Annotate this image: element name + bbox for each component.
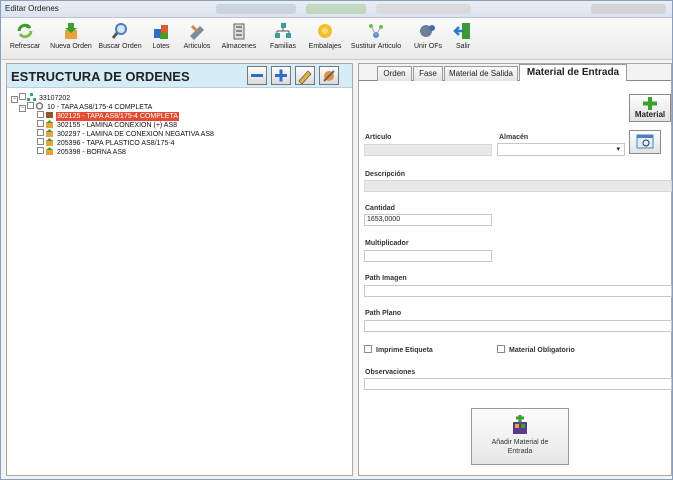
expand-button[interactable] [271,66,291,85]
pencil-icon [298,70,312,85]
almacen-select[interactable]: ▾ [497,143,625,156]
replace-article-button[interactable]: Sustituir Articulo [347,21,405,50]
add-input-material-button[interactable]: Añadir Material de Entrada [471,408,569,465]
cantidad-label: Cantidad [365,205,395,212]
material-button[interactable]: Material [629,94,671,122]
exit-icon [453,23,470,39]
tree-checkbox[interactable] [37,129,44,136]
tab-material-salida[interactable]: Material de Salida [444,66,518,81]
articulo-label: Articulo [365,134,392,141]
window-title: Editar Ordenes [5,4,59,13]
material-icon [46,147,53,155]
warehouses-button[interactable]: Almacenes [219,21,259,50]
editar-ordenes-window: Editar Ordenes Refrescar Nueva Orden Bus… [0,0,673,480]
new-order-button[interactable]: Nueva Orden [48,21,94,50]
add-icon [643,97,657,110]
tools-icon [323,70,335,82]
tree-checkbox[interactable] [37,111,44,118]
tree-node-root[interactable]: −33107202 [11,93,71,103]
tab-orden[interactable]: Orden [377,66,412,81]
material-icon [46,120,53,128]
edit-button[interactable] [295,66,315,85]
search-order-button[interactable]: Buscar Orden [97,21,143,50]
tab-material-entrada[interactable]: Material de Entrada [519,64,627,81]
merge-ofs-button[interactable]: Unir OFs [411,21,445,50]
tools-button[interactable] [319,66,339,85]
families-button[interactable]: Familias [263,21,303,50]
refresh-button[interactable]: Refrescar [7,21,43,50]
lots-button[interactable]: Lotes [147,21,175,50]
merge-icon [420,25,435,37]
tree-checkbox[interactable] [37,147,44,154]
tree-checkbox[interactable] [27,102,34,109]
order-structure-title: ESTRUCTURA DE ORDENES [11,69,190,84]
blurred-title-region [216,4,296,14]
detail-panel: Orden Fase Material de Salida Material d… [358,63,672,476]
path-imagen-field[interactable] [364,285,672,297]
path-plano-field[interactable] [364,320,672,332]
tree-checkbox[interactable] [37,138,44,145]
collapse-button[interactable] [247,66,267,85]
plus-icon [275,69,287,82]
tab-fase[interactable]: Fase [413,66,443,81]
articles-button[interactable]: Articulos [181,21,213,50]
tree-node-child[interactable]: 205396 - TAPA PLASTICO AS8/175-4 [37,138,176,147]
tree-checkbox[interactable] [37,120,44,127]
tree-node-selected[interactable]: 302125 - TAPA AS8/175-4 COMPLETA [37,111,179,121]
collapse-toggle-icon[interactable]: − [11,96,18,103]
packaging-button[interactable]: Embalajes [305,21,345,50]
gear-icon [35,102,44,110]
checkbox-box[interactable] [497,345,505,353]
observaciones-label: Observaciones [365,369,416,376]
blurred-title-region [306,4,366,14]
structure-icon [27,93,36,101]
multiplicador-label: Multiplicador [365,240,409,247]
refresh-icon [17,23,33,39]
lots-icon [154,25,168,39]
multiplicador-field[interactable] [364,250,492,262]
collapse-toggle-icon[interactable]: − [19,105,26,112]
new-order-icon [65,23,77,39]
lookup-button[interactable] [629,130,661,154]
imprime-etiqueta-checkbox[interactable]: Imprime Etiqueta [364,345,433,354]
warehouse-icon [233,23,245,40]
descripcion-label: Descripción [365,171,406,178]
material-obligatorio-checkbox[interactable]: Material Obligatorio [497,345,575,354]
box-icon [46,112,53,118]
exit-button[interactable]: Salir [449,21,477,50]
tree-node-child[interactable]: 302297 - LAMINA DE CONEXION NEGATIVA AS8 [37,129,215,138]
add-material-icon [513,415,527,434]
articles-icon [190,24,204,40]
almacen-label: Almacén [499,134,529,141]
replace-article-icon [369,24,383,38]
tree-node-child[interactable]: 302155 - LAMINA CONEXION (+) AS8 [37,120,178,129]
articulo-field[interactable] [364,144,492,156]
blurred-title-region [376,4,471,14]
path-imagen-label: Path Imagen [365,275,407,282]
material-icon [46,138,53,146]
path-plano-label: Path Plano [365,310,402,317]
families-icon [275,23,291,38]
packaging-icon [318,24,332,38]
observaciones-field[interactable] [364,378,672,390]
tree-node-order[interactable]: −10 - TAPA AS8/175-4 COMPLETA [19,102,153,112]
order-tree: −33107202 −10 - TAPA AS8/175-4 COMPLETA … [7,90,352,470]
detail-tabs: Orden Fase Material de Salida Material d… [359,64,671,81]
window-search-icon [636,134,654,149]
title-bar: Editar Ordenes [1,1,672,18]
descripcion-field[interactable] [364,180,672,192]
minus-icon [251,74,263,77]
search-icon [111,23,127,39]
material-icon [46,129,53,137]
checkbox-box[interactable] [364,345,372,353]
tree-checkbox[interactable] [19,93,26,100]
tree-node-child[interactable]: 205398 - BORNA AS8 [37,147,127,156]
blurred-title-region [591,4,666,14]
cantidad-field[interactable]: 1653,0000 [364,214,492,226]
order-structure-header: ESTRUCTURA DE ORDENES [7,64,352,88]
order-structure-panel: ESTRUCTURA DE ORDENES −33107202 −10 - TA… [6,63,353,476]
main-toolbar: Refrescar Nueva Orden Buscar Orden Lotes… [1,18,672,60]
